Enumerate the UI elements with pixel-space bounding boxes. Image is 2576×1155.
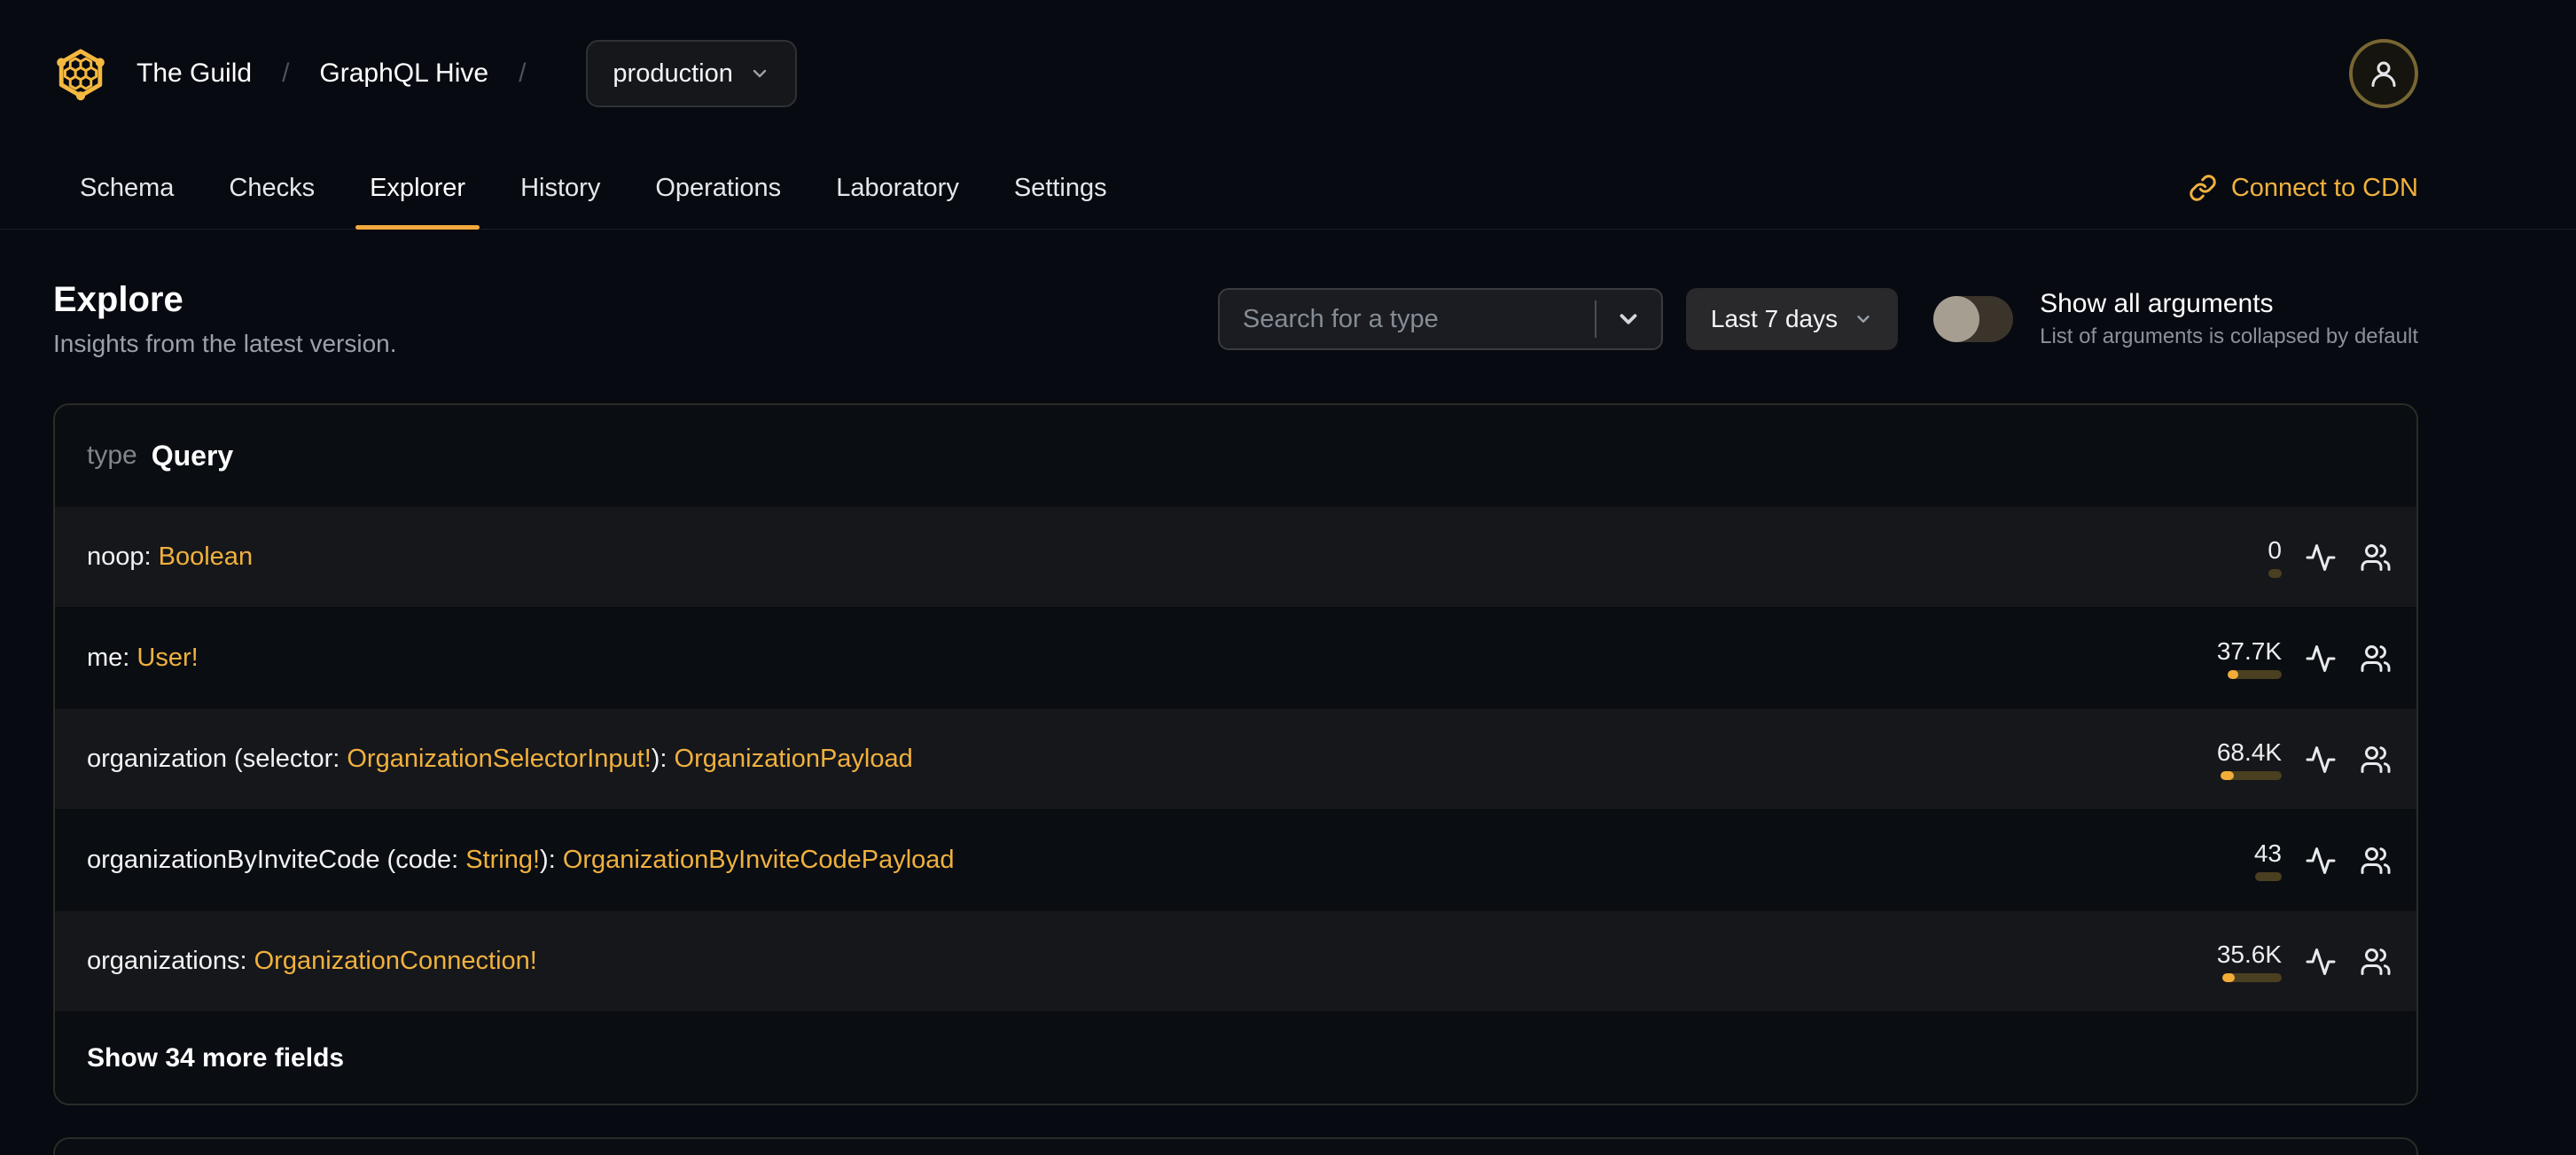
field-type-link[interactable]: User! [137,644,198,672]
tab-settings[interactable]: Settings [1014,147,1107,229]
page-head: Explore Insights from the latest version… [53,279,2418,359]
type-card-header: type Query [55,405,2416,506]
field-count: 35.6K [2216,940,2282,968]
type-search-input[interactable] [1219,290,1595,348]
period-selector-label: Last 7 days [1710,305,1838,332]
type-search-combobox [1217,288,1663,350]
activity-icon[interactable] [2305,744,2337,776]
field-row: me: User! 37.7K [55,607,2416,708]
users-icon[interactable] [2360,542,2392,574]
user-icon [2368,58,2400,90]
page-title: Explore [53,280,183,319]
tab-explorer[interactable]: Explorer [355,147,480,230]
usage-bar [2221,771,2282,780]
link-icon [2189,174,2217,202]
user-menu-button[interactable] [2349,39,2418,108]
field-signature: organization (selector: [87,745,347,773]
toggle-label: Show all arguments [2040,289,2274,318]
users-icon[interactable] [2360,946,2392,978]
field-signature: noop: [87,542,159,571]
field-row: organizations: OrganizationConnection! 3… [55,910,2416,1011]
next-type-card [53,1137,2418,1155]
field-row: organizationByInviteCode (code: String!)… [55,809,2416,910]
users-icon[interactable] [2360,845,2392,877]
type-kind-label: type [87,441,137,470]
chevron-down-icon [749,63,770,84]
chevron-down-icon [1854,309,1873,329]
field-row: organization (selector: OrganizationSele… [55,708,2416,809]
toggle-hint: List of arguments is collapsed by defaul… [2040,324,2418,348]
tab-history[interactable]: History [520,147,600,229]
breadcrumb-project[interactable]: GraphQL Hive [319,59,488,89]
field-type-link[interactable]: Boolean [159,542,253,571]
field-count: 0 [2268,536,2282,564]
usage-bar-fill [2221,771,2234,780]
breadcrumb-separator: / [519,59,527,88]
breadcrumb-separator: / [282,59,290,88]
field-type-link[interactable]: OrganizationSelectorInput! [347,745,651,773]
users-icon[interactable] [2360,744,2392,776]
usage-bar [2222,973,2282,982]
usage-bar [2255,872,2282,881]
target-selector-label: production [613,59,733,88]
activity-icon[interactable] [2305,946,2337,978]
field-count: 43 [2253,839,2282,867]
field-signature: me: [87,644,137,672]
users-icon[interactable] [2360,643,2392,675]
tab-bar: Schema Checks Explorer History Operation… [0,147,2576,230]
type-search-dropdown-button[interactable] [1596,290,1661,348]
hive-logo-icon[interactable] [53,46,108,101]
tab-checks[interactable]: Checks [229,147,315,229]
usage-bar-fill [2222,973,2235,982]
field-type-link[interactable]: OrganizationConnection! [254,947,537,975]
field-signature: organizationByInviteCode (code: [87,846,466,874]
field-count: 37.7K [2216,637,2282,665]
show-all-arguments-toggle[interactable] [1933,296,2014,342]
tab-laboratory[interactable]: Laboratory [836,147,959,229]
field-count: 68.4K [2216,738,2282,766]
field-type-link[interactable]: OrganizationByInviteCodePayload [563,846,955,874]
field-type-link[interactable]: String! [465,846,540,874]
field-signature: ): [540,846,563,874]
page-subtitle: Insights from the latest version. [53,330,397,357]
usage-bar [2228,670,2282,679]
toggle-knob [1933,296,1980,342]
activity-icon[interactable] [2305,845,2337,877]
period-selector[interactable]: Last 7 days [1685,288,1899,350]
target-selector[interactable]: production [586,40,797,107]
activity-icon[interactable] [2305,542,2337,574]
type-card-footer: Show 34 more fields [55,1011,2416,1104]
connect-cdn-label: Connect to CDN [2230,173,2418,202]
field-type-link[interactable]: OrganizationPayload [675,745,913,773]
type-card: type Query noop: Boolean 0 me: User! 37.… [53,403,2418,1105]
tab-operations[interactable]: Operations [655,147,781,229]
usage-bar-fill [2228,670,2238,679]
top-bar: The Guild / GraphQL Hive / production [53,0,2418,147]
chevron-down-icon [1620,314,1637,324]
field-signature: organizations: [87,947,254,975]
tab-schema[interactable]: Schema [80,147,174,229]
field-signature: ): [651,745,675,773]
usage-bar [2268,569,2282,578]
type-name: Query [151,439,234,472]
show-more-fields-button[interactable]: Show 34 more fields [87,1043,344,1073]
activity-icon[interactable] [2305,643,2337,675]
breadcrumb-org[interactable]: The Guild [137,59,252,89]
connect-cdn-link[interactable]: Connect to CDN [2189,174,2418,203]
field-row: noop: Boolean 0 [55,506,2416,607]
